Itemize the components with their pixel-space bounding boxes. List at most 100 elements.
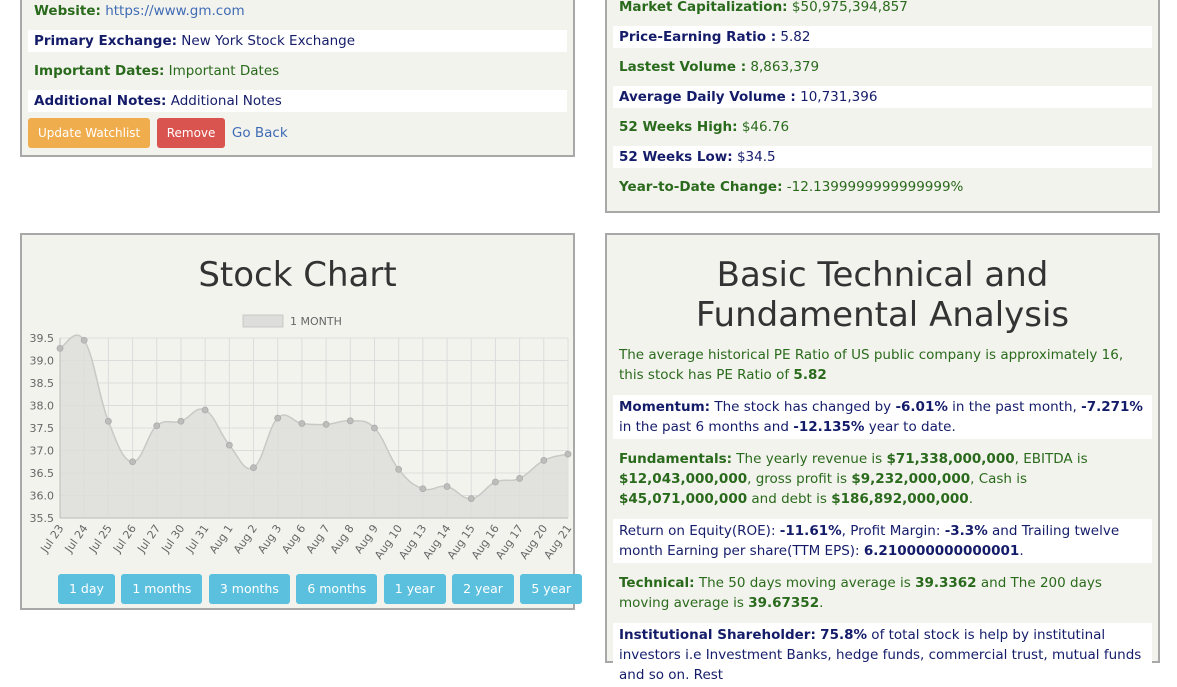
range-3-months-button[interactable]: 3 months xyxy=(208,574,290,604)
range-1-months-button[interactable]: 1 months xyxy=(121,574,203,604)
y-tick-label: 36.5 xyxy=(30,467,55,480)
roe-value: -11.61% xyxy=(779,523,842,539)
stock-details-panel: Website: https://www.gm.com Primary Exch… xyxy=(20,0,575,157)
institutional-value: 75.8% xyxy=(820,627,868,643)
x-tick-label: Aug 8 xyxy=(328,522,357,556)
ytd-value: -12.1399999999999999% xyxy=(786,179,964,195)
cash-value: $45,071,000,000 xyxy=(619,491,748,507)
high-value: $46.76 xyxy=(741,119,790,135)
data-point xyxy=(225,441,233,449)
eps-value: 6.210000000000001 xyxy=(863,543,1020,559)
range-2-year-button[interactable]: 2 year xyxy=(452,574,514,604)
roe-label: Return on Equity(ROE): xyxy=(619,523,780,539)
y-tick-label: 39.5 xyxy=(30,332,55,345)
range-1-day-button[interactable]: 1 day xyxy=(58,574,115,604)
avg-volume-row: Average Daily Volume : 10,731,396 xyxy=(613,86,1152,108)
market-cap-value: $50,975,394,857 xyxy=(791,0,908,15)
data-point xyxy=(153,422,161,430)
momentum-ytd-value: -12.135% xyxy=(793,419,865,435)
market-cap-label: Market Capitalization: xyxy=(619,0,788,15)
momentum-label: Momentum: xyxy=(619,399,711,415)
fund-text-1: The yearly revenue is xyxy=(732,451,887,467)
pe-paragraph: The average historical PE Ratio of US pu… xyxy=(613,343,1152,387)
notes-value: Additional Notes xyxy=(170,93,282,109)
avg-volume-label: Average Daily Volume : xyxy=(619,89,796,105)
update-watchlist-button[interactable]: Update Watchlist xyxy=(28,118,151,148)
momentum-month-value: -6.01% xyxy=(895,399,948,415)
institutional-paragraph: Institutional Shareholder: 75.8% of tota… xyxy=(613,623,1152,687)
y-tick-label: 37.5 xyxy=(30,422,55,435)
fundamentals-label: Fundamentals: xyxy=(619,451,733,467)
dates-row: Important Dates: Important Dates xyxy=(28,60,567,82)
low-value: $34.5 xyxy=(736,149,776,165)
exchange-label: Primary Exchange: xyxy=(34,33,177,49)
x-tick-label: Aug 7 xyxy=(304,522,333,556)
go-back-link[interactable]: Go Back xyxy=(232,125,288,141)
pe-row: Price-Earning Ratio : 5.82 xyxy=(613,26,1152,48)
legend-swatch xyxy=(242,314,284,328)
momentum-text-1: The stock has changed by xyxy=(710,399,896,415)
margin-value: -3.3% xyxy=(944,523,988,539)
ytd-row: Year-to-Date Change: -12.139999999999999… xyxy=(613,176,1152,198)
pe-paragraph-text: The average historical PE Ratio of US pu… xyxy=(619,347,1124,383)
volume-row: Lastest Volume : 8,863,379 xyxy=(613,56,1152,78)
dates-label: Important Dates: xyxy=(34,63,165,79)
data-point xyxy=(129,458,136,466)
data-point xyxy=(346,417,354,425)
range-1-year-button[interactable]: 1 year xyxy=(383,574,446,604)
technical-label: Technical: xyxy=(619,575,695,591)
pe-paragraph-value: 5.82 xyxy=(793,367,827,383)
y-tick-label: 39.0 xyxy=(30,355,55,368)
revenue-value: $71,338,000,000 xyxy=(886,451,1015,467)
volume-label: Lastest Volume : xyxy=(619,59,747,75)
y-tick-label: 38.0 xyxy=(30,400,55,413)
dates-value: Important Dates xyxy=(168,63,280,79)
momentum-text-3: in the past 6 months and xyxy=(619,419,794,435)
y-tick-label: 36.0 xyxy=(30,490,55,503)
x-tick-label: Aug 6 xyxy=(279,522,308,556)
data-point xyxy=(540,456,548,464)
fund-text-4: , Cash is xyxy=(970,471,1028,487)
range-6-months-button[interactable]: 6 months xyxy=(296,574,378,604)
debt-value: $186,892,000,000 xyxy=(831,491,969,507)
x-tick-label: Aug 1 xyxy=(207,522,236,556)
data-point xyxy=(492,478,499,486)
data-point xyxy=(371,424,378,432)
fund-text-5: and debt is xyxy=(747,491,832,507)
ma200-value: 39.67352 xyxy=(748,595,820,611)
roe-paragraph: Return on Equity(ROE): -11.61%, Profit M… xyxy=(613,519,1152,563)
range-5-year-button[interactable]: 5 year xyxy=(520,574,583,604)
tech-text-3: . xyxy=(819,595,824,611)
x-tick-label: Jul 25 xyxy=(86,522,115,555)
low-label: 52 Weeks Low: xyxy=(619,149,733,165)
legend-label: 1 MONTH xyxy=(290,315,342,328)
y-tick-label: 38.5 xyxy=(30,377,55,390)
website-link[interactable]: https://www.gm.com xyxy=(105,3,244,19)
x-tick-label: Aug 2 xyxy=(231,522,260,556)
data-point xyxy=(322,421,330,428)
analysis-title-line1: Basic Technical and xyxy=(716,255,1049,295)
exchange-value: New York Stock Exchange xyxy=(181,33,356,49)
y-tick-label: 37.0 xyxy=(30,445,55,458)
exchange-row: Primary Exchange: New York Stock Exchang… xyxy=(28,30,567,52)
stock-price-chart: 1 MONTH 39.5 39.0 38.5 38.0 37.5 37.0 36.5 36.0 3… xyxy=(30,314,573,562)
remove-button[interactable]: Remove xyxy=(156,118,226,148)
data-point xyxy=(250,464,257,472)
data-point xyxy=(177,417,185,425)
x-tick-label: Aug 3 xyxy=(255,522,284,556)
x-tick-label: Jul 23 xyxy=(38,522,67,555)
technical-paragraph: Technical: The 50 days moving average is… xyxy=(613,571,1152,615)
market-stats-panel: Market Capitalization: $50,975,394,857 P… xyxy=(605,0,1160,213)
fundamentals-paragraph: Fundamentals: The yearly revenue is $71,… xyxy=(613,447,1152,511)
data-point xyxy=(274,414,282,422)
data-point xyxy=(201,406,209,414)
high-row: 52 Weeks High: $46.76 xyxy=(613,116,1152,138)
x-tick-label: Jul 24 xyxy=(62,522,91,555)
data-point xyxy=(395,465,403,473)
high-label: 52 Weeks High: xyxy=(619,119,738,135)
ma50-value: 39.3362 xyxy=(915,575,977,591)
data-point xyxy=(298,420,306,427)
margin-label: , Profit Margin: xyxy=(841,523,945,539)
institutional-label: Institutional Shareholder: xyxy=(619,627,816,643)
data-point xyxy=(516,474,524,482)
